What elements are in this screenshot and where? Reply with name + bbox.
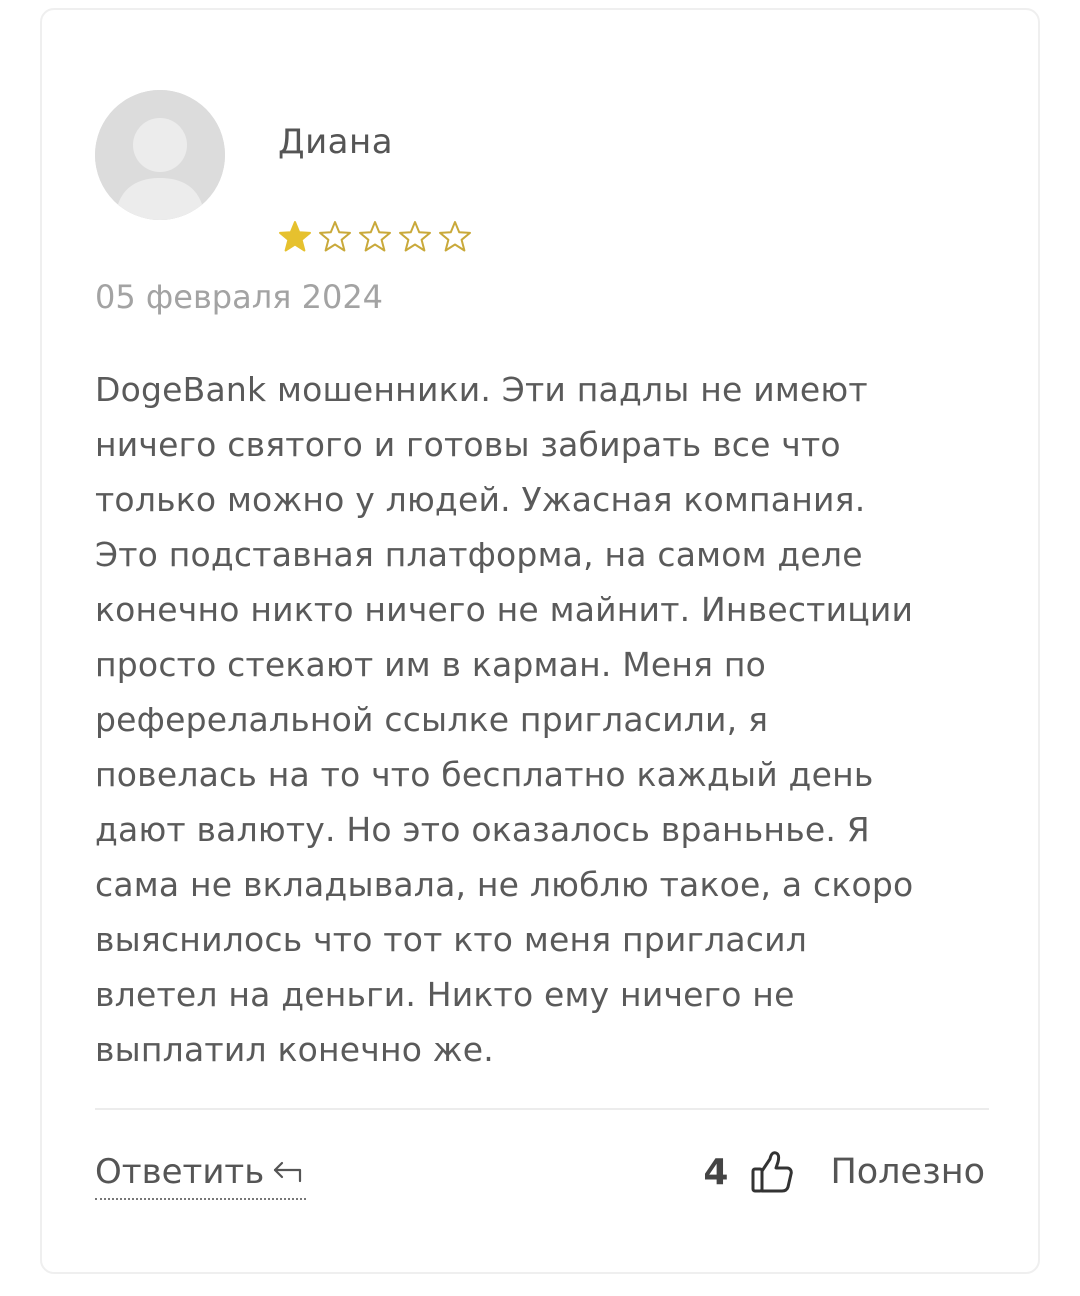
review-text-line: Это подставная платформа, на самом деле: [95, 535, 863, 574]
review-card: Диана 05 февраля 2024 DogeBank мошенники…: [40, 8, 1040, 1274]
review-text-line: повелась на то что бесплатно каждый день: [95, 755, 874, 794]
review-text-line: конечно никто ничего не майнит. Инвестиц…: [95, 590, 914, 629]
useful-button[interactable]: Полезно: [830, 1152, 985, 1192]
review-date: 05 февраля 2024: [95, 278, 384, 316]
useful-block: 4 Полезно: [703, 1142, 985, 1202]
star-outline-icon: [318, 220, 352, 253]
star-outline-icon: [438, 220, 472, 253]
thumbs-up-icon[interactable]: [750, 1149, 794, 1195]
review-text-line: только можно у людей. Ужасная компания.: [95, 480, 866, 519]
review-text-line: реферелальной ссылке пригласили, я: [95, 700, 769, 739]
review-text-line: DogeBank мошенники. Эти падлы не имеют: [95, 370, 868, 409]
useful-count: 4: [703, 1151, 729, 1193]
reply-button[interactable]: Ответить: [95, 1146, 307, 1200]
default-user-avatar-icon: [95, 90, 225, 220]
review-text-line: ничего святого и готовы забирать все что: [95, 425, 841, 464]
divider: [95, 1108, 989, 1110]
rating-stars: [278, 220, 472, 253]
avatar: [95, 90, 225, 220]
reply-label: Ответить: [95, 1152, 265, 1192]
star-outline-icon: [358, 220, 392, 253]
reply-arrow-icon: [272, 1159, 306, 1185]
review-text-line: выяснилось что тот кто меня пригласил: [95, 920, 808, 959]
review-text-line: дают валюту. Но это оказалось враньнье. …: [95, 810, 870, 849]
review-text-line: выплатил конечно же.: [95, 1030, 494, 1069]
review-text-line: влетел на деньги. Никто ему ничего не: [95, 975, 795, 1014]
review-text-line: сама не вкладывала, не люблю такое, а ск…: [95, 865, 914, 904]
star-filled-icon: [278, 220, 312, 253]
review-text: DogeBank мошенники. Эти падлы не имеют ни…: [95, 362, 995, 1077]
author-name: Диана: [278, 122, 394, 162]
star-outline-icon: [398, 220, 432, 253]
review-text-line: просто стекают им в карман. Меня по: [95, 645, 767, 684]
